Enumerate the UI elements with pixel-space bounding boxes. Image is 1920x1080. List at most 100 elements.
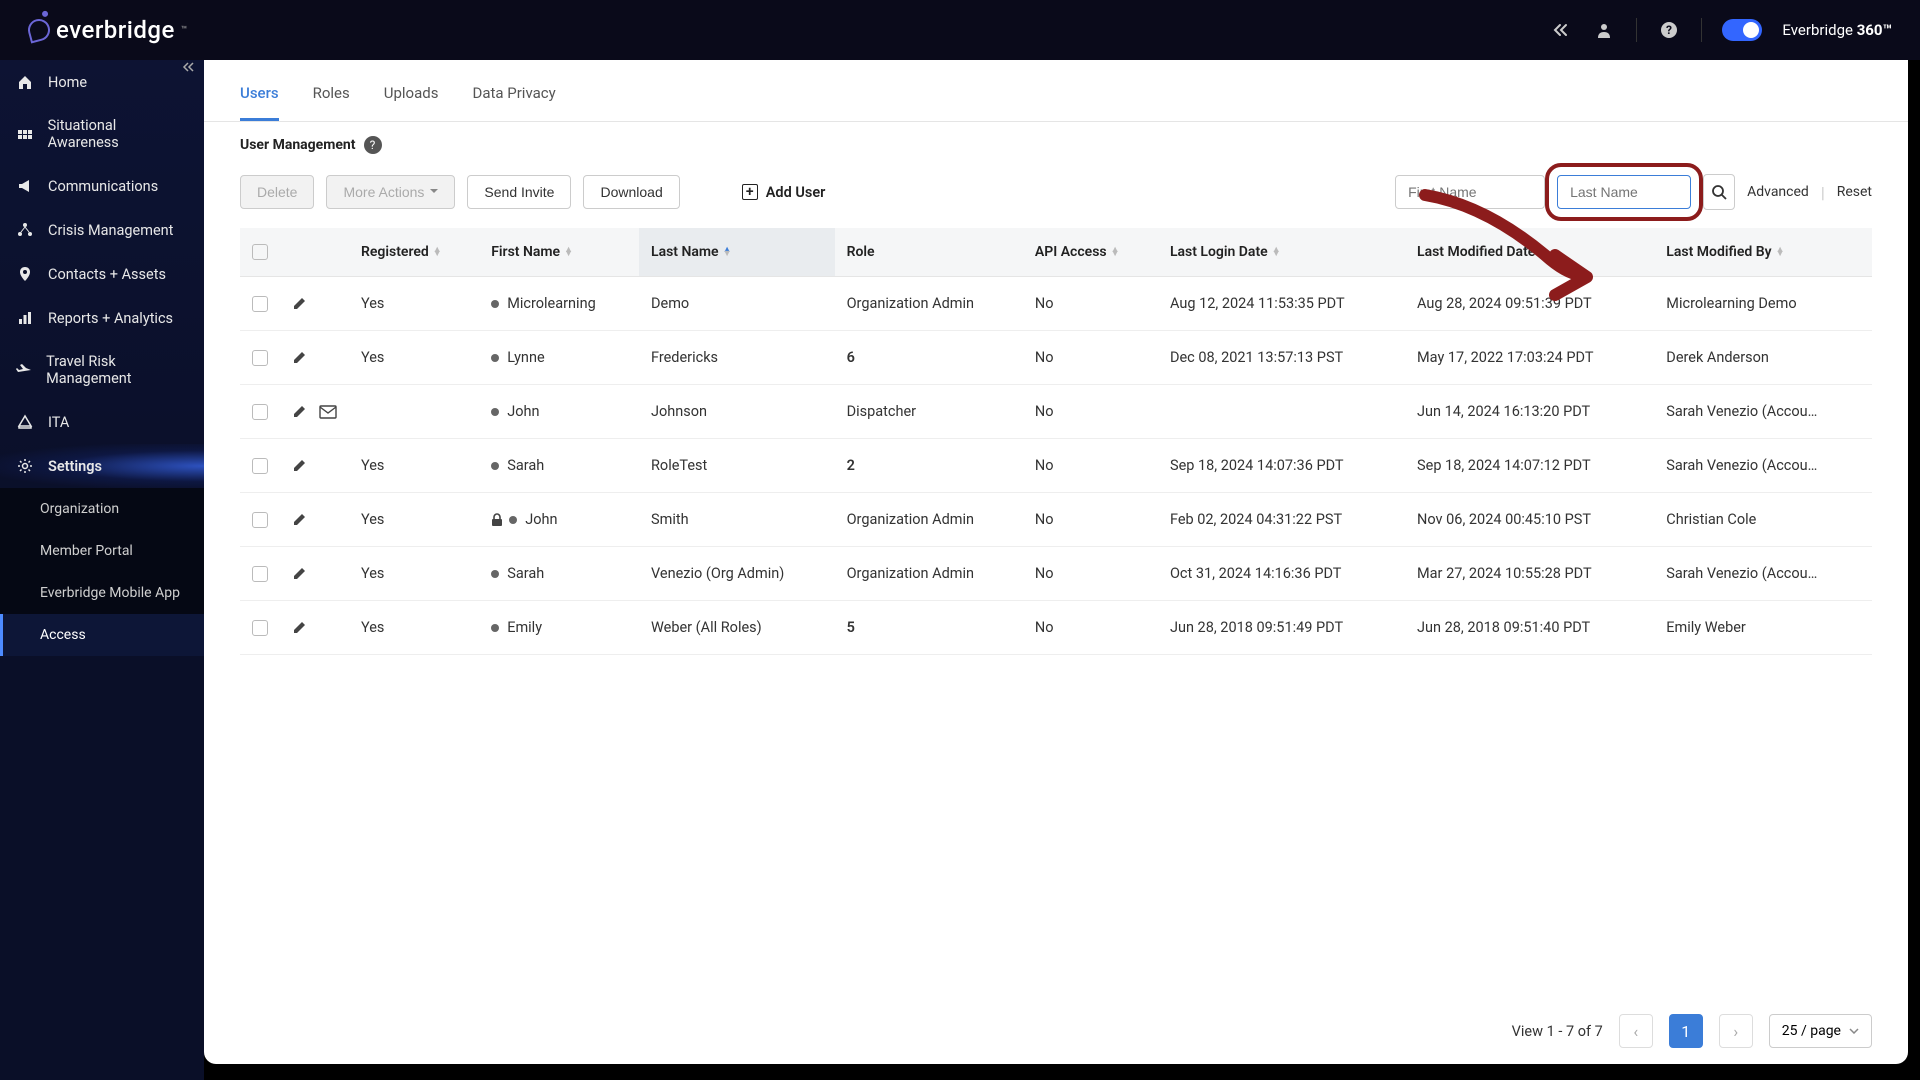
col-role[interactable]: Role	[835, 228, 1023, 277]
edit-icon[interactable]	[292, 512, 307, 527]
reset-link[interactable]: Reset	[1837, 184, 1872, 200]
cell-registered: Yes	[349, 331, 479, 385]
table-row: YesMicrolearningDemoOrganization AdminNo…	[240, 277, 1872, 331]
first-name-input[interactable]	[1395, 175, 1545, 209]
toggle-label: Everbridge 360™	[1782, 21, 1892, 39]
col-last-name[interactable]: Last Name▲▼	[639, 228, 835, 277]
sidebar-item-crisis[interactable]: Crisis Management	[0, 208, 204, 252]
subnav-access[interactable]: Access	[0, 614, 204, 656]
last-name-input[interactable]	[1557, 175, 1691, 209]
cell-modified: Nov 06, 2024 00:45:10 PST	[1405, 493, 1654, 547]
cell-modified: Mar 27, 2024 10:55:28 PDT	[1405, 547, 1654, 601]
row-checkbox[interactable]	[252, 566, 268, 582]
row-checkbox[interactable]	[252, 350, 268, 366]
tab-bar: Users Roles Uploads Data Privacy	[204, 60, 1908, 122]
cell-first-name: John	[479, 385, 639, 439]
col-api-access[interactable]: API Access▲▼	[1023, 228, 1158, 277]
cell-registered: Yes	[349, 439, 479, 493]
edit-icon[interactable]	[292, 458, 307, 473]
mail-icon[interactable]	[319, 405, 337, 419]
cell-by: Emily Weber	[1654, 601, 1872, 655]
col-last-modified[interactable]: Last Modified Date▲▼	[1405, 228, 1654, 277]
delete-button[interactable]: Delete	[240, 175, 314, 209]
sidebar-item-situational[interactable]: Situational Awareness	[0, 104, 204, 164]
sidebar-item-contacts[interactable]: Contacts + Assets	[0, 252, 204, 296]
more-actions-button[interactable]: More Actions	[326, 175, 455, 209]
tab-uploads[interactable]: Uploads	[384, 60, 439, 121]
cell-last-name: Demo	[639, 277, 835, 331]
status-dot-icon	[491, 570, 499, 578]
toolbar: Delete More Actions Send Invite Download…	[204, 168, 1908, 228]
edit-icon[interactable]	[292, 566, 307, 581]
next-page-button[interactable]: ›	[1719, 1014, 1753, 1048]
cell-role: 6	[835, 331, 1023, 385]
sidebar: Home Situational Awareness Communication…	[0, 60, 204, 1080]
row-checkbox[interactable]	[252, 512, 268, 528]
sidebar-item-reports[interactable]: Reports + Analytics	[0, 296, 204, 340]
prev-page-button[interactable]: ‹	[1619, 1014, 1653, 1048]
cell-modified: Jun 14, 2024 16:13:20 PDT	[1405, 385, 1654, 439]
cell-modified: Aug 28, 2024 09:51:39 PDT	[1405, 277, 1654, 331]
cell-modified: Sep 18, 2024 14:07:12 PDT	[1405, 439, 1654, 493]
advanced-link[interactable]: Advanced	[1747, 184, 1809, 200]
cell-api: No	[1023, 277, 1158, 331]
sidebar-item-home[interactable]: Home	[0, 60, 204, 104]
table-row: JohnJohnsonDispatcherNoJun 14, 2024 16:1…	[240, 385, 1872, 439]
search-button[interactable]	[1703, 174, 1735, 210]
cell-by: Sarah Venezio (Accou…	[1654, 547, 1872, 601]
edit-icon[interactable]	[292, 404, 307, 419]
page-help-icon[interactable]: ?	[364, 136, 382, 154]
cell-login: Jun 28, 2018 09:51:49 PDT	[1158, 601, 1405, 655]
help-icon[interactable]: ?	[1657, 18, 1681, 42]
edit-icon[interactable]	[292, 296, 307, 311]
sidebar-item-ita[interactable]: ITA	[0, 400, 204, 444]
tab-users[interactable]: Users	[240, 60, 279, 121]
row-checkbox[interactable]	[252, 296, 268, 312]
collapse-icon[interactable]	[1548, 18, 1572, 42]
subnav-organization[interactable]: Organization	[0, 488, 204, 530]
user-icon[interactable]	[1592, 18, 1616, 42]
subnav-member-portal[interactable]: Member Portal	[0, 530, 204, 572]
cell-registered: Yes	[349, 493, 479, 547]
dashboard-icon	[16, 125, 34, 143]
col-modified-by[interactable]: Last Modified By▲▼	[1654, 228, 1872, 277]
table-row: YesJohnSmithOrganization AdminNoFeb 02, …	[240, 493, 1872, 547]
pagination: View 1 - 7 of 7 ‹ 1 › 25 / page	[204, 998, 1908, 1064]
sidebar-item-communications[interactable]: Communications	[0, 164, 204, 208]
cell-first-name: John	[479, 493, 639, 547]
cell-api: No	[1023, 385, 1158, 439]
status-dot-icon	[491, 462, 499, 470]
status-dot-icon	[491, 624, 499, 632]
megaphone-icon	[16, 177, 34, 195]
mode-toggle[interactable]	[1722, 19, 1762, 41]
table-row: YesSarahRoleTest2NoSep 18, 2024 14:07:36…	[240, 439, 1872, 493]
tab-data-privacy[interactable]: Data Privacy	[472, 60, 555, 121]
cell-role: 5	[835, 601, 1023, 655]
row-checkbox[interactable]	[252, 620, 268, 636]
page-size-select[interactable]: 25 / page	[1769, 1014, 1872, 1048]
row-checkbox[interactable]	[252, 458, 268, 474]
select-all-checkbox[interactable]	[252, 244, 268, 260]
col-first-name[interactable]: First Name▲▼	[479, 228, 639, 277]
add-user-button[interactable]: + Add User	[742, 184, 826, 201]
sidebar-collapse-button[interactable]	[176, 55, 200, 79]
send-invite-button[interactable]: Send Invite	[467, 175, 571, 209]
download-button[interactable]: Download	[583, 175, 679, 209]
edit-icon[interactable]	[292, 350, 307, 365]
subnav-mobile-app[interactable]: Everbridge Mobile App	[0, 572, 204, 614]
brand-logo[interactable]: everbridge™	[28, 16, 187, 44]
tab-roles[interactable]: Roles	[313, 60, 350, 121]
row-checkbox[interactable]	[252, 404, 268, 420]
col-registered[interactable]: Registered▲▼	[349, 228, 479, 277]
cell-registered: Yes	[349, 601, 479, 655]
cell-login: Oct 31, 2024 14:16:36 PDT	[1158, 547, 1405, 601]
cell-first-name: Lynne	[479, 331, 639, 385]
sidebar-item-travel[interactable]: Travel Risk Management	[0, 340, 204, 400]
sidebar-item-settings[interactable]: Settings	[0, 444, 204, 488]
col-last-login[interactable]: Last Login Date▲▼	[1158, 228, 1405, 277]
page-1-button[interactable]: 1	[1669, 1014, 1703, 1048]
cell-role: Organization Admin	[835, 277, 1023, 331]
main-panel: Users Roles Uploads Data Privacy User Ma…	[204, 60, 1908, 1064]
edit-icon[interactable]	[292, 620, 307, 635]
cell-last-name: Smith	[639, 493, 835, 547]
